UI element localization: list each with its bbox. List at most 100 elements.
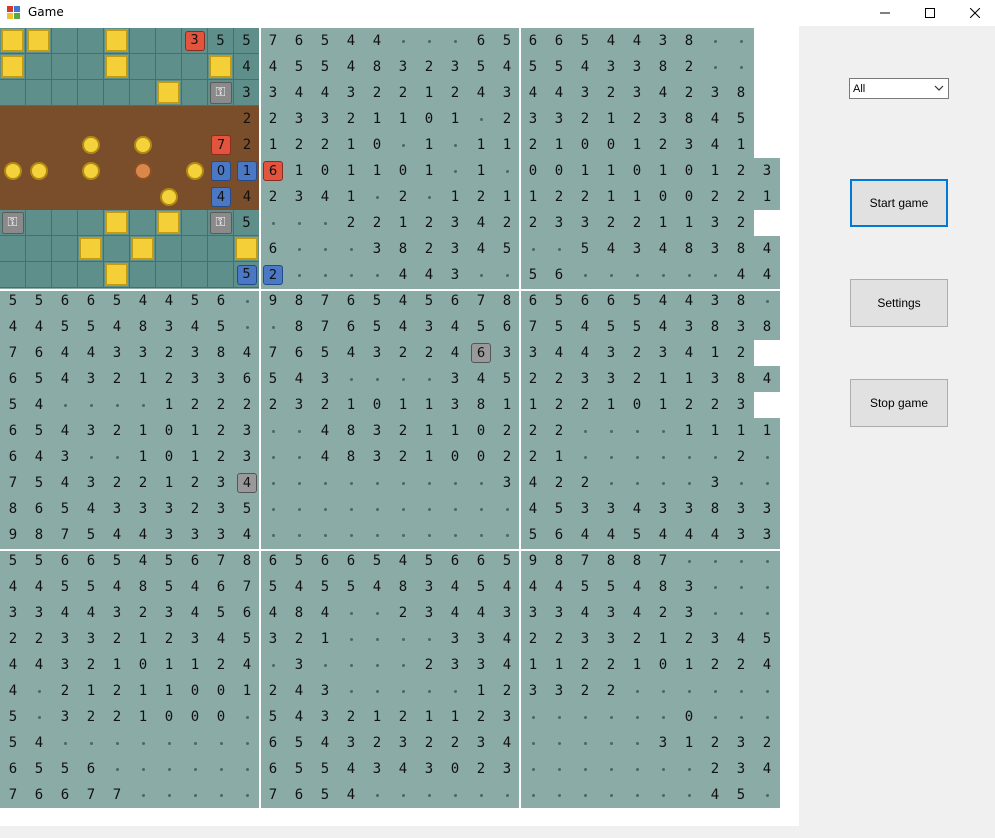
number-cell[interactable]: 1	[650, 366, 676, 392]
empty-cell[interactable]	[156, 236, 182, 262]
number-cell[interactable]: 0	[130, 652, 156, 678]
number-cell[interactable]: 1	[364, 704, 390, 730]
number-cell[interactable]: 3	[130, 340, 156, 366]
number-cell[interactable]: 1	[130, 678, 156, 704]
number-cell[interactable]: 6	[520, 288, 546, 314]
number-cell[interactable]: 5	[208, 314, 234, 340]
empty-cell[interactable]	[546, 782, 572, 808]
number-cell[interactable]: 0	[546, 158, 572, 184]
number-cell[interactable]: 3	[390, 730, 416, 756]
empty-cell[interactable]	[702, 262, 728, 288]
empty-cell[interactable]	[260, 444, 286, 470]
number-cell[interactable]: 5	[312, 756, 338, 782]
number-cell[interactable]: 2	[0, 626, 26, 652]
number-cell[interactable]: 2	[572, 392, 598, 418]
number-cell[interactable]: 5	[364, 548, 390, 574]
number-cell[interactable]: 6	[442, 548, 468, 574]
number-cell[interactable]: 0	[364, 392, 390, 418]
number-cell[interactable]: 2	[312, 132, 338, 158]
number-cell[interactable]: 0	[156, 418, 182, 444]
empty-cell[interactable]	[0, 236, 26, 262]
dirt-cell[interactable]	[104, 158, 130, 184]
number-cell[interactable]: 1	[442, 184, 468, 210]
dirt-cell[interactable]	[78, 184, 104, 210]
settings-button[interactable]: Settings	[850, 279, 948, 327]
number-cell[interactable]: 2	[286, 132, 312, 158]
number-cell[interactable]: 8	[624, 548, 650, 574]
number-cell[interactable]: 3	[52, 704, 78, 730]
number-cell[interactable]: 4	[442, 600, 468, 626]
dirt-cell[interactable]	[52, 132, 78, 158]
number-cell[interactable]: 2	[728, 184, 754, 210]
number-cell[interactable]: 2	[650, 132, 676, 158]
empty-cell[interactable]	[702, 704, 728, 730]
number-cell[interactable]: 6	[0, 366, 26, 392]
empty-cell[interactable]	[624, 418, 650, 444]
number-cell[interactable]: 8	[676, 106, 702, 132]
empty-cell[interactable]	[546, 730, 572, 756]
number-cell[interactable]: 8	[208, 340, 234, 366]
number-cell[interactable]: 3	[572, 626, 598, 652]
number-cell[interactable]: 7	[0, 782, 26, 808]
number-cell[interactable]: 3	[234, 80, 260, 106]
number-cell[interactable]: 3	[182, 626, 208, 652]
number-cell[interactable]: 3	[26, 600, 52, 626]
empty-cell[interactable]	[442, 28, 468, 54]
number-cell[interactable]: 1	[416, 392, 442, 418]
empty-cell[interactable]	[130, 730, 156, 756]
empty-cell[interactable]	[364, 470, 390, 496]
number-cell[interactable]: 8	[546, 548, 572, 574]
number-cell[interactable]: 3	[572, 366, 598, 392]
number-cell[interactable]: 3	[676, 314, 702, 340]
number-cell[interactable]: 4	[702, 782, 728, 808]
number-cell[interactable]: 6	[78, 288, 104, 314]
number-cell[interactable]: 7	[260, 340, 286, 366]
number-cell[interactable]: 2	[702, 756, 728, 782]
gold-block-cell[interactable]	[156, 80, 182, 106]
number-cell[interactable]: 4	[494, 652, 520, 678]
number-cell[interactable]: 4	[650, 236, 676, 262]
number-cell[interactable]: 0	[468, 418, 494, 444]
empty-cell[interactable]	[312, 236, 338, 262]
number-cell[interactable]: 4	[390, 288, 416, 314]
empty-cell[interactable]	[520, 704, 546, 730]
empty-cell[interactable]	[650, 418, 676, 444]
empty-cell[interactable]	[78, 28, 104, 54]
keyhole-cell[interactable]: ⚿	[208, 210, 234, 236]
empty-cell[interactable]	[104, 392, 130, 418]
empty-cell[interactable]	[338, 262, 364, 288]
empty-cell[interactable]	[624, 470, 650, 496]
number-cell[interactable]: 2	[520, 132, 546, 158]
number-cell[interactable]: 4	[26, 444, 52, 470]
number-cell[interactable]: 1	[156, 652, 182, 678]
number-cell[interactable]: 5	[26, 756, 52, 782]
empty-cell[interactable]	[390, 470, 416, 496]
coin-cell[interactable]	[130, 158, 156, 184]
number-cell[interactable]: 5	[208, 600, 234, 626]
number-cell[interactable]: 5	[546, 496, 572, 522]
empty-cell[interactable]	[728, 574, 754, 600]
number-cell[interactable]: 9	[0, 522, 26, 548]
number-cell[interactable]: 3	[416, 314, 442, 340]
number-cell[interactable]: 6	[182, 548, 208, 574]
number-cell[interactable]: 5	[598, 314, 624, 340]
number-cell[interactable]: 4	[624, 496, 650, 522]
empty-cell[interactable]	[442, 470, 468, 496]
number-cell[interactable]: 1	[182, 652, 208, 678]
empty-cell[interactable]	[130, 80, 156, 106]
number-cell[interactable]: 3	[676, 496, 702, 522]
number-cell[interactable]: 3	[520, 600, 546, 626]
number-cell[interactable]: 6	[26, 782, 52, 808]
number-cell[interactable]: 6	[52, 288, 78, 314]
number-cell[interactable]: 0	[208, 678, 234, 704]
empty-cell[interactable]	[78, 54, 104, 80]
number-cell[interactable]: 5	[0, 288, 26, 314]
number-cell[interactable]: 3	[728, 314, 754, 340]
number-cell[interactable]: 7	[312, 314, 338, 340]
number-cell[interactable]: 4	[624, 600, 650, 626]
number-cell[interactable]: 6	[598, 288, 624, 314]
number-cell[interactable]: 4	[416, 262, 442, 288]
number-cell[interactable]: 7	[650, 548, 676, 574]
number-cell[interactable]: 3	[676, 600, 702, 626]
empty-cell[interactable]	[754, 782, 780, 808]
